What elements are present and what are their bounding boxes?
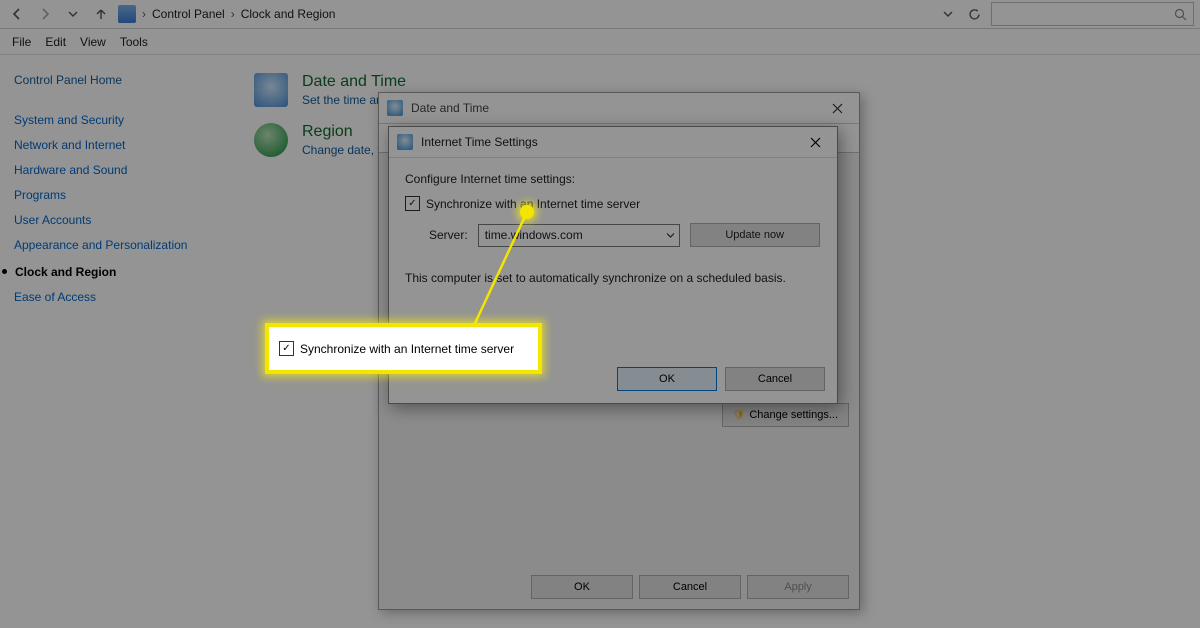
dialog-titlebar[interactable]: Date and Time bbox=[379, 93, 859, 124]
menu-view[interactable]: View bbox=[80, 35, 106, 49]
search-input[interactable] bbox=[991, 2, 1194, 26]
update-now-button[interactable]: Update now bbox=[690, 223, 820, 247]
configure-label: Configure Internet time settings: bbox=[405, 172, 821, 186]
sidebar-item-network-internet[interactable]: Network and Internet bbox=[14, 138, 224, 152]
back-button[interactable] bbox=[6, 3, 28, 25]
sidebar-item-system-security[interactable]: System and Security bbox=[14, 113, 224, 127]
address-bar: › Control Panel › Clock and Region bbox=[0, 0, 1200, 29]
dialog-title: Date and Time bbox=[411, 101, 489, 115]
ok-button[interactable]: OK bbox=[617, 367, 717, 391]
ok-button[interactable]: OK bbox=[531, 575, 633, 599]
sidebar-item-user-accounts[interactable]: User Accounts bbox=[14, 213, 224, 227]
change-settings-label: Change settings... bbox=[749, 409, 838, 421]
sidebar-item-clock-region[interactable]: Clock and Region bbox=[15, 265, 116, 279]
sidebar-item-hardware-sound[interactable]: Hardware and Sound bbox=[14, 163, 224, 177]
breadcrumb[interactable]: › Control Panel › Clock and Region bbox=[118, 5, 933, 23]
clock-icon bbox=[387, 100, 403, 116]
dialog-title: Internet Time Settings bbox=[421, 135, 538, 149]
dialog-titlebar[interactable]: Internet Time Settings bbox=[389, 127, 837, 158]
chevron-right-icon: › bbox=[142, 7, 146, 21]
chevron-down-icon bbox=[666, 231, 675, 240]
recent-dropdown[interactable] bbox=[62, 3, 84, 25]
close-button[interactable] bbox=[817, 95, 857, 121]
refresh-button[interactable] bbox=[963, 3, 985, 25]
menu-bar: File Edit View Tools bbox=[0, 29, 1200, 55]
search-icon bbox=[1174, 8, 1187, 21]
clock-icon bbox=[254, 73, 288, 107]
control-panel-icon bbox=[118, 5, 136, 23]
server-value: time.windows.com bbox=[485, 228, 583, 242]
shield-icon: 🛡 bbox=[733, 410, 746, 421]
breadcrumb-root[interactable]: Control Panel bbox=[152, 7, 225, 21]
change-settings-button[interactable]: 🛡 Change settings... bbox=[722, 403, 849, 427]
server-label: Server: bbox=[429, 228, 468, 242]
callout-highlight: ✓ Synchronize with an Internet time serv… bbox=[265, 323, 542, 374]
menu-edit[interactable]: Edit bbox=[45, 35, 66, 49]
address-dropdown[interactable] bbox=[939, 3, 957, 25]
breadcrumb-leaf[interactable]: Clock and Region bbox=[241, 7, 336, 21]
globe-icon bbox=[254, 123, 288, 157]
sidebar-item-appearance[interactable]: Appearance and Personalization bbox=[14, 238, 224, 254]
active-indicator-icon bbox=[2, 269, 7, 274]
callout-target-dot bbox=[520, 205, 534, 219]
up-button[interactable] bbox=[90, 3, 112, 25]
sync-checkbox-callout: ✓ bbox=[279, 341, 294, 356]
close-button[interactable] bbox=[795, 129, 835, 155]
cancel-button[interactable]: Cancel bbox=[639, 575, 741, 599]
sidebar-item-programs[interactable]: Programs bbox=[14, 188, 224, 202]
sidebar-home[interactable]: Control Panel Home bbox=[14, 73, 224, 87]
menu-tools[interactable]: Tools bbox=[120, 35, 148, 49]
section-title-date-time[interactable]: Date and Time bbox=[302, 73, 406, 91]
apply-button[interactable]: Apply bbox=[747, 575, 849, 599]
chevron-right-icon: › bbox=[231, 7, 235, 21]
sidebar-item-ease-of-access[interactable]: Ease of Access bbox=[14, 290, 224, 304]
sidebar: Control Panel Home System and Security N… bbox=[0, 55, 238, 628]
menu-file[interactable]: File bbox=[12, 35, 31, 49]
cancel-button[interactable]: Cancel bbox=[725, 367, 825, 391]
clock-icon bbox=[397, 134, 413, 150]
callout-label: Synchronize with an Internet time server bbox=[300, 342, 514, 356]
sync-description: This computer is set to automatically sy… bbox=[405, 271, 821, 285]
sync-checkbox[interactable]: ✓ bbox=[405, 196, 420, 211]
forward-button[interactable] bbox=[34, 3, 56, 25]
server-select[interactable]: time.windows.com bbox=[478, 224, 680, 247]
